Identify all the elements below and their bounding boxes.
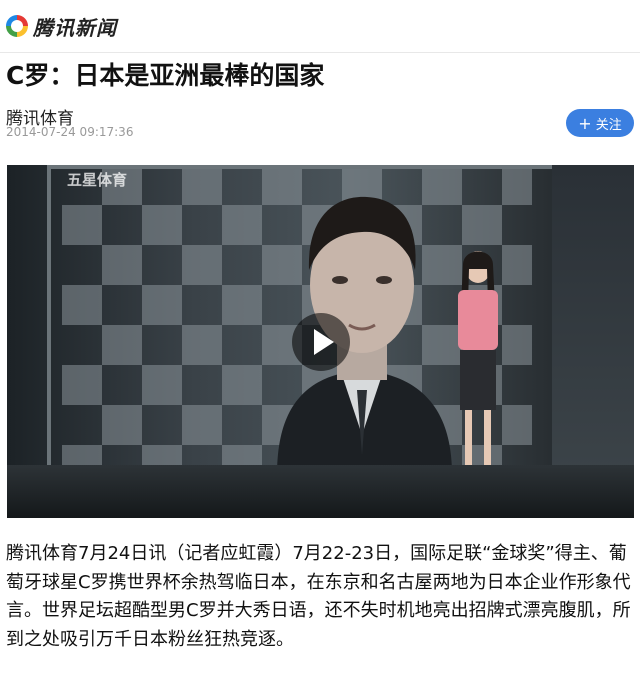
video-watermark: 五星体育 — [67, 171, 128, 189]
video-floor — [7, 465, 634, 518]
video-player[interactable]: 五星体育 — [7, 165, 634, 518]
article-title: C罗：日本是亚洲最棒的国家 — [6, 61, 325, 90]
article-body: 腾讯体育7月24日讯（记者应虹霞）7月22-23日，国际足联“金球奖”得主、葡萄… — [6, 543, 631, 650]
top-bar: 腾讯新闻 — [0, 0, 640, 53]
video-presenter-image — [458, 251, 498, 490]
tencent-news-logo-icon — [6, 15, 28, 37]
follow-button-label: 关注 — [595, 117, 622, 133]
app-logo-text: 腾讯新闻 — [33, 15, 117, 40]
video-side-panel — [552, 165, 634, 485]
article-datetime: 2014-07-24 09:17:36 — [6, 125, 134, 139]
follow-button[interactable]: + 关注 — [566, 109, 634, 137]
plus-icon: + — [578, 113, 592, 133]
app-logo[interactable]: 腾讯新闻 — [6, 14, 117, 40]
play-icon[interactable] — [292, 313, 350, 371]
